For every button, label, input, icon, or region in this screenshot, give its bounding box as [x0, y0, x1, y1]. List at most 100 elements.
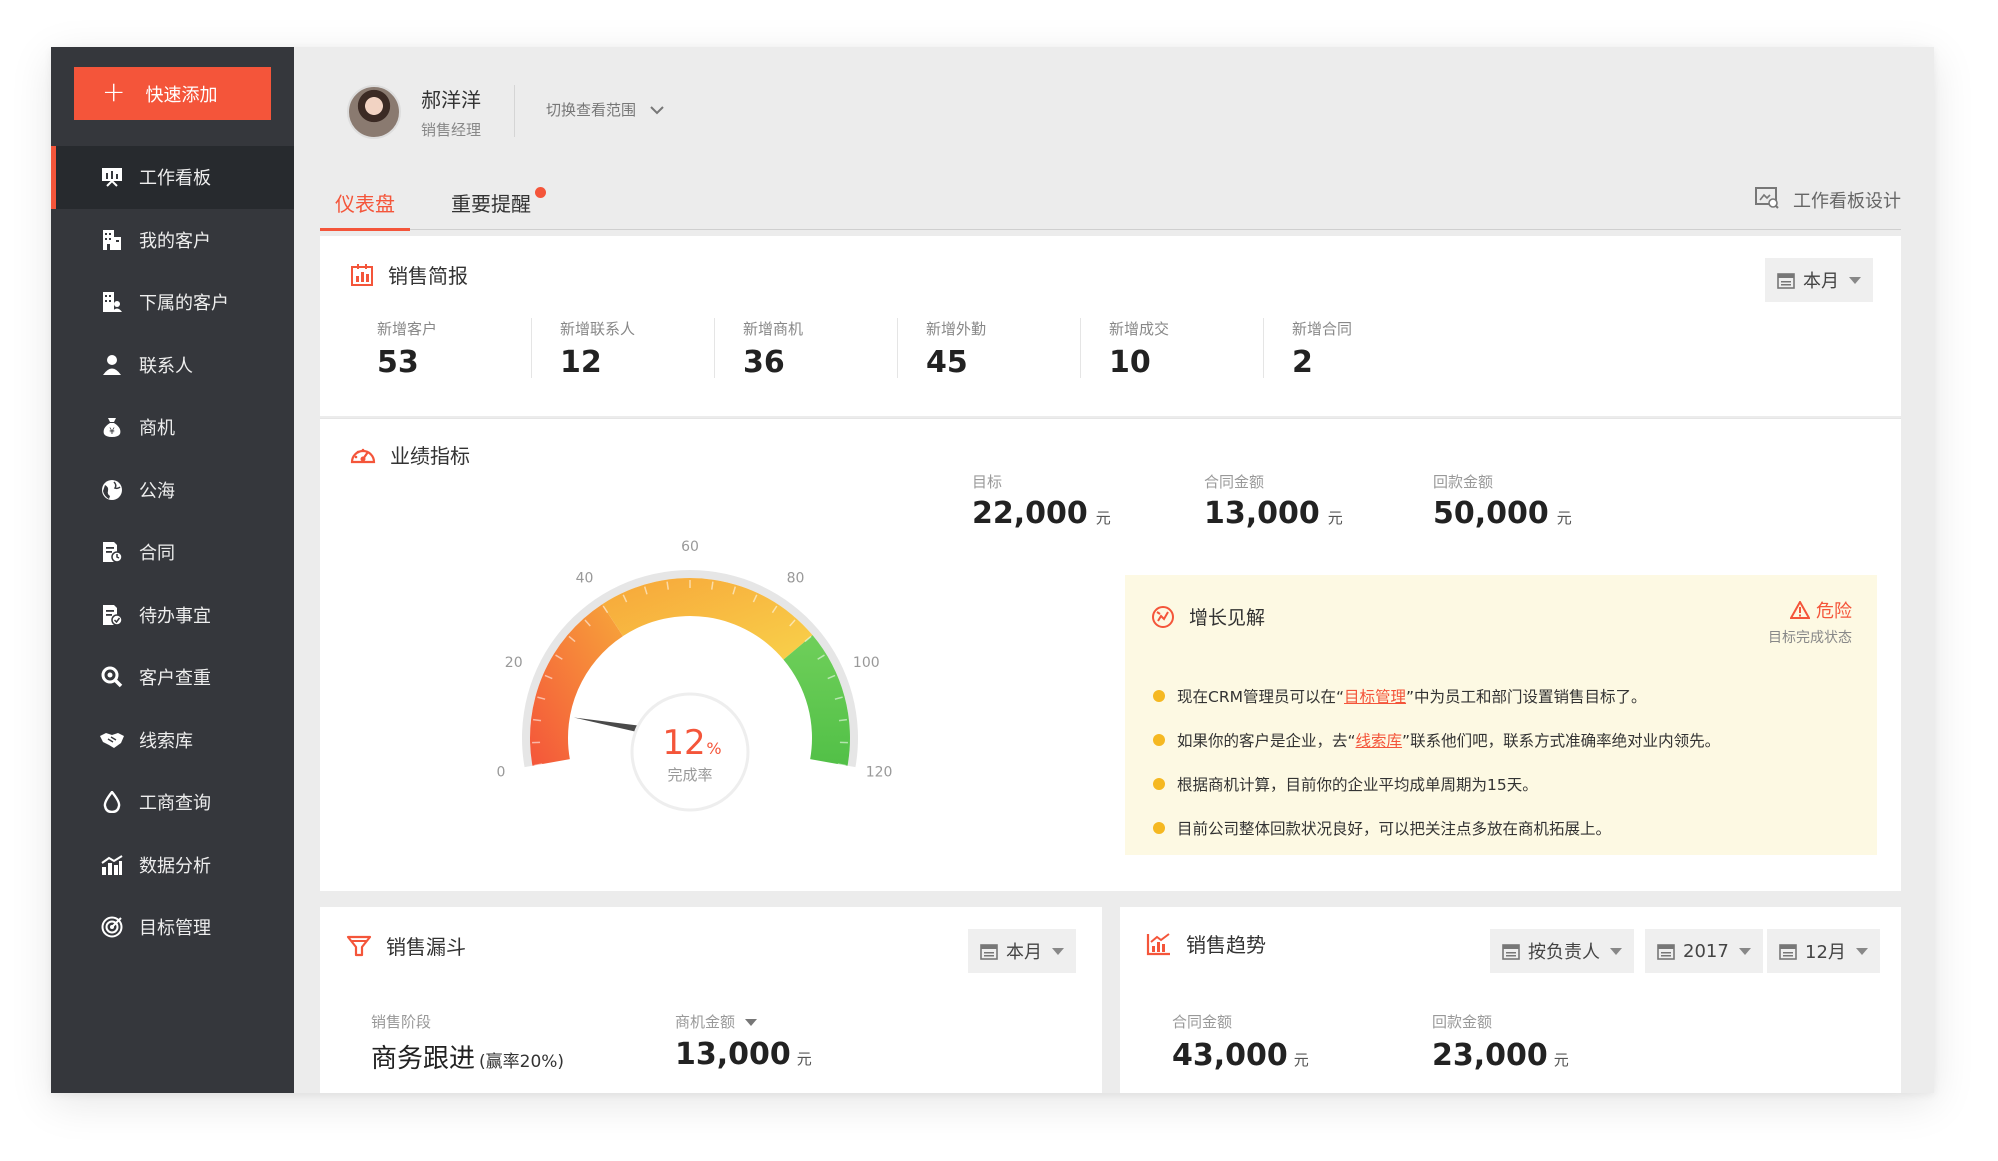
sidebar-item-search[interactable]: 客户查重 — [51, 646, 294, 709]
sidebar-item-customer-building[interactable]: 我的客户 — [51, 209, 294, 272]
brief-stat-value: 2 — [1292, 345, 1313, 380]
owner-filter-dropdown[interactable]: 按负责人 — [1490, 929, 1634, 973]
brief-stat-value: 36 — [743, 345, 785, 380]
sales-funnel-title-text: 销售漏斗 — [386, 935, 466, 959]
insight-item: 根据商机计算，目前你的企业平均成单周期为15天。 — [1153, 762, 1857, 806]
gauge-band-low — [530, 604, 623, 766]
kpi-value: 13,000 元 — [1204, 496, 1343, 531]
year-filter-dropdown[interactable]: 2017 — [1645, 929, 1763, 973]
board-design-button[interactable]: 工作看板设计 — [1755, 175, 1901, 225]
gauge-tick-label: 0 — [496, 764, 505, 780]
brief-stat[interactable]: 新增商机 36 — [714, 318, 897, 380]
insight-text: 现在CRM管理员可以在“目标管理”中为员工和部门设置销售目标了。 — [1177, 685, 1647, 707]
chart-icon — [99, 852, 125, 878]
trend-chart-icon — [1146, 932, 1172, 956]
sales-brief-card: 销售简报 本月 新增客户 53 新增联系人 12 新增商机 36 新增外勤 45 新增成交 10 新… — [320, 236, 1901, 416]
brief-stats: 新增客户 53 新增联系人 12 新增商机 36 新增外勤 45 新增成交 10 新增合同 2 — [348, 318, 1446, 380]
growth-insight-title-text: 增长见解 — [1189, 607, 1266, 629]
insight-link[interactable]: 目标管理 — [1344, 688, 1406, 706]
brief-stat-label: 新增商机 — [743, 320, 804, 338]
main-content: 郝洋洋 销售经理 切换查看范围 仪表盘 重要提醒 工作看板设计 销售简报 本月 … — [294, 47, 1934, 1093]
contact-person-icon — [99, 352, 125, 378]
insight-text-before: 如果你的客户是企业，去“ — [1177, 732, 1356, 750]
unit-label: 元 — [796, 1050, 812, 1068]
brief-stat-label: 新增联系人 — [560, 320, 636, 338]
sidebar-item-globe[interactable]: 公海 — [51, 459, 294, 522]
sort-down-icon — [745, 1019, 758, 1026]
brief-stat[interactable]: 新增外勤 45 — [897, 318, 1080, 380]
kpi-item: 回款金额 50,000 元 — [1433, 471, 1572, 531]
sidebar-item-chart[interactable]: 数据分析 — [51, 834, 294, 897]
kpi-number: 50,000 — [1433, 496, 1549, 531]
brief-stat-label: 新增成交 — [1109, 320, 1170, 338]
caret-down-icon — [1738, 947, 1751, 955]
brief-stat[interactable]: 新增客户 53 — [348, 318, 531, 380]
insight-item: 目前公司整体回款状况良好，可以把关注点多放在商机拓展上。 — [1153, 806, 1857, 850]
gauge-tick — [838, 718, 848, 722]
brief-stat[interactable]: 新增联系人 12 — [531, 318, 714, 380]
sidebar-item-label: 客户查重 — [139, 668, 211, 690]
payment-amount-label: 回款金额 — [1432, 1013, 1493, 1031]
opportunity-amount-header[interactable]: 商机金额 — [675, 1011, 758, 1032]
insight-link[interactable]: 线索库 — [1356, 732, 1403, 750]
unit-label: 元 — [1553, 1051, 1569, 1069]
brief-period-dropdown[interactable]: 本月 — [1765, 258, 1873, 302]
brief-stat[interactable]: 新增合同 2 — [1263, 318, 1446, 380]
search-icon — [99, 664, 125, 690]
sidebar-item-contract[interactable]: 合同 — [51, 521, 294, 584]
contract-amount-value: 43,000 元 — [1172, 1038, 1309, 1073]
insight-text-before: 根据商机计算，目前你的企业平均成单周期为15天。 — [1177, 776, 1538, 794]
bullet-dot — [1153, 734, 1165, 746]
funnel-period-dropdown[interactable]: 本月 — [968, 929, 1076, 973]
warning-icon — [1790, 601, 1810, 619]
gauge-svg: 0 20 40 60 80 100 120 12 % 完成率 — [496, 539, 892, 812]
sidebar-item-subordinate-customer[interactable]: 下属的客户 — [51, 271, 294, 334]
funnel-period-label: 本月 — [1006, 942, 1042, 963]
caret-down-icon — [1849, 276, 1861, 284]
sidebar-item-label: 工商查询 — [139, 793, 211, 815]
sidebar-item-todo[interactable]: 待办事宜 — [51, 584, 294, 647]
calendar-icon — [1657, 942, 1675, 960]
sidebar-item-label: 合同 — [139, 543, 175, 565]
completion-rate-value: 12 — [662, 723, 705, 763]
switch-scope-dropdown[interactable]: 切换查看范围 — [546, 99, 664, 120]
sales-trend-title: 销售趋势 — [1146, 929, 1266, 958]
kpi-value: 50,000 元 — [1433, 496, 1572, 531]
calendar-icon — [980, 942, 998, 960]
tab-reminder[interactable]: 重要提醒 — [451, 175, 546, 230]
sales-brief-title-text: 销售简报 — [388, 264, 468, 288]
bullet-dot — [1153, 690, 1165, 702]
subordinate-customer-icon — [99, 289, 125, 315]
insight-text-after: ”中为员工和部门设置销售目标了。 — [1406, 688, 1647, 706]
user-profile: 郝洋洋 销售经理 — [347, 84, 481, 140]
kpi-value: 22,000 元 — [972, 496, 1111, 531]
sidebar-item-drop[interactable]: 工商查询 — [51, 771, 294, 834]
payment-amount-value: 23,000 元 — [1432, 1038, 1569, 1073]
month-filter-dropdown[interactable]: 12月 — [1767, 929, 1880, 973]
kpi-label: 回款金额 — [1433, 473, 1494, 491]
growth-insight-title: 增长见解 — [1151, 603, 1265, 630]
sidebar-item-label: 联系人 — [139, 355, 193, 377]
sidebar-item-handshake[interactable]: 线索库 — [51, 709, 294, 772]
gauge-tick-label: 60 — [681, 539, 699, 555]
bullet-dot — [1153, 778, 1165, 790]
sidebar-item-money-bag[interactable]: ¥ 商机 — [51, 396, 294, 459]
insight-item: 现在CRM管理员可以在“目标管理”中为员工和部门设置销售目标了。 — [1153, 674, 1857, 718]
caret-down-icon — [1610, 947, 1622, 955]
insight-list: 现在CRM管理员可以在“目标管理”中为员工和部门设置销售目标了。如果你的客户是企… — [1153, 674, 1857, 850]
brief-stat[interactable]: 新增成交 10 — [1080, 318, 1263, 380]
year-filter-label: 2017 — [1683, 940, 1729, 962]
chevron-down-icon — [650, 101, 664, 119]
sidebar-item-contact-person[interactable]: 联系人 — [51, 334, 294, 397]
bullet-dot — [1153, 822, 1165, 834]
unit-label: 元 — [1327, 509, 1343, 527]
sidebar-item-board[interactable]: 工作看板 — [51, 146, 294, 209]
quick-add-button[interactable]: + 快速添加 — [74, 67, 271, 120]
sidebar-item-target[interactable]: 目标管理 — [51, 896, 294, 959]
insight-text: 根据商机计算，目前你的企业平均成单周期为15天。 — [1177, 773, 1538, 795]
sales-trend-title-text: 销售趋势 — [1186, 933, 1266, 957]
caret-down-icon — [1855, 947, 1868, 955]
month-filter-label: 12月 — [1805, 942, 1846, 963]
insight-text-after: ”联系他们吧，联系方式准确率绝对业内领先。 — [1402, 732, 1721, 750]
tab-dashboard[interactable]: 仪表盘 — [320, 175, 410, 231]
